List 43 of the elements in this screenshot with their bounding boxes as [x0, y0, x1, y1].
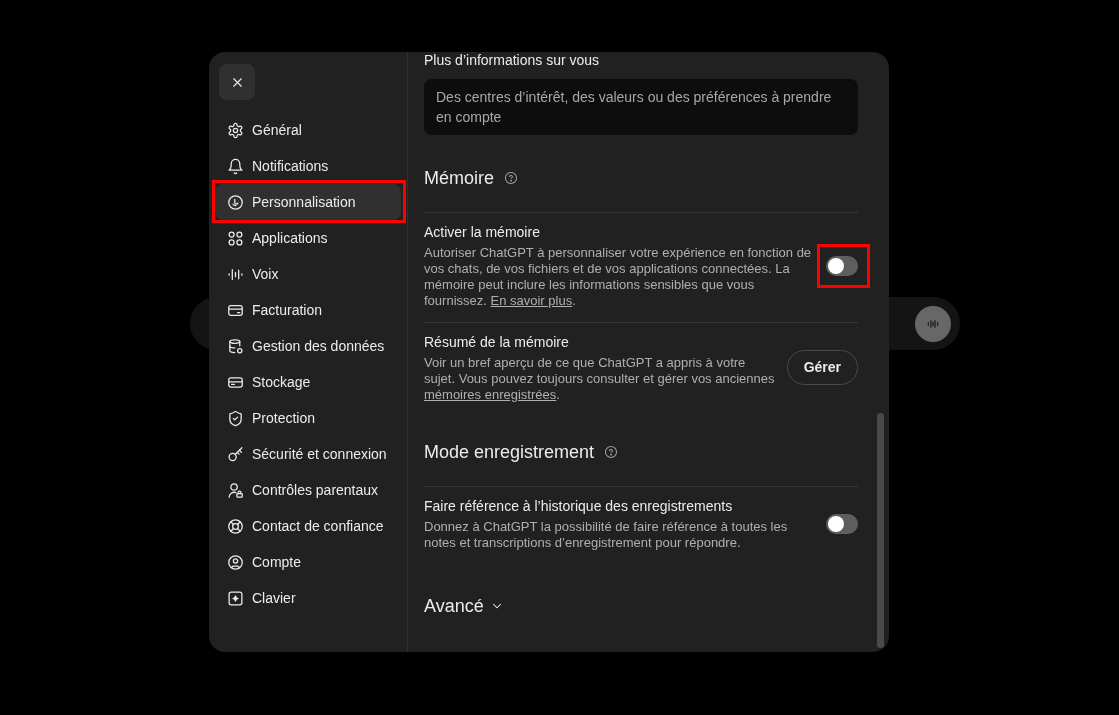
setting-title: Activer la mémoire — [424, 223, 541, 242]
toggle-switch[interactable] — [826, 513, 858, 534]
about-field[interactable]: Des centres d’intérêt, des valeurs ou des préférences à prendre en compte — [424, 79, 858, 135]
sidebar-item[interactable]: Général — [215, 112, 401, 148]
sidebar-item[interactable]: Gestion des données — [215, 328, 401, 364]
life-buoy-icon — [227, 517, 244, 535]
user-lock-icon — [227, 481, 244, 499]
setting-description: Donnez à ChatGPT la possibilité de faire référence à toutes les notes et transcriptions d’enregistrement pour répondre. — [424, 519, 789, 551]
sidebar-item[interactable]: Protection — [215, 400, 401, 436]
close-button[interactable] — [219, 64, 255, 100]
sidebar-item[interactable]: Compte — [215, 544, 401, 580]
sidebar-item[interactable]: Contact de confiance — [215, 508, 401, 544]
circle-curve-icon — [227, 193, 244, 211]
sidebar-item[interactable]: Notifications — [215, 148, 401, 184]
toggle-switch[interactable] — [826, 255, 858, 276]
help-icon — [604, 445, 619, 459]
scrollbar-thumb[interactable] — [877, 413, 884, 648]
user-circle-icon — [227, 553, 244, 571]
section-heading: Mode enregistrement — [424, 441, 595, 464]
sidebar-item[interactable]: Contrôles parentaux — [215, 472, 401, 508]
bell-icon — [227, 157, 244, 175]
sidebar-item[interactable]: Sécurité et connexion — [215, 436, 401, 472]
key-icon — [227, 445, 244, 463]
field-label: Plus d’informations sur vous — [424, 52, 601, 68]
sidebar-item[interactable]: Facturation — [215, 292, 401, 328]
database-icon — [227, 337, 244, 355]
sidebar-item[interactable]: Personnalisation — [215, 184, 401, 220]
shield-check-icon — [227, 409, 244, 427]
setting-description: Voir un bref aperçu de ce que ChatGPT a appris à votre sujet. Vous pouvez toujours consulter et gérer vos anciennes mémoires enregistrées. — [424, 355, 775, 403]
voice-button[interactable] — [915, 305, 951, 342]
setting-title: Résumé de la mémoire — [424, 333, 570, 352]
setting-description: Autoriser ChatGPT à personnaliser votre expérience en fonction de vos chats, de vos fichiers et de vos applications connectées. La mémoire peut inclure les informations sensibles que vous fournissez. En savoir plus. — [424, 245, 813, 309]
help-icon — [504, 171, 518, 185]
sparkle-square-icon — [227, 589, 244, 607]
settings-icon — [227, 121, 244, 139]
setting-title: Faire référence à l’historique des enregistrements — [424, 497, 734, 516]
advanced-toggle[interactable]: Avancé — [424, 592, 504, 620]
grid-circles-icon — [227, 229, 244, 247]
sidebar-item[interactable]: Stockage — [215, 364, 401, 400]
sidebar-item[interactable]: Applications — [215, 220, 401, 256]
section-heading: Mémoire — [424, 167, 494, 190]
sidebar-item[interactable]: Voix — [215, 256, 401, 292]
sidebar-item[interactable]: Clavier — [215, 580, 401, 616]
